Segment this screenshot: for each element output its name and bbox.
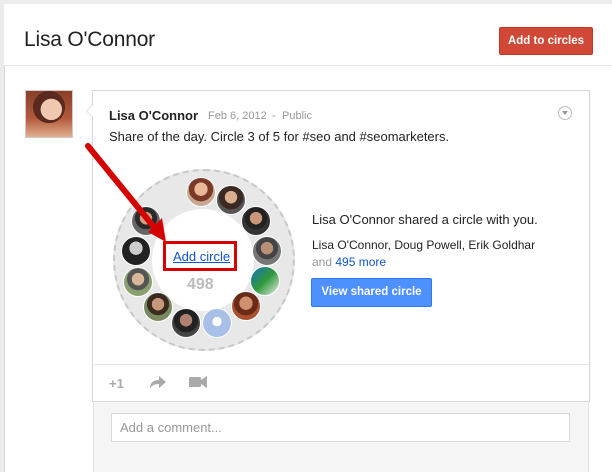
profile-header: Lisa O'Connor Add to circles — [4, 4, 612, 66]
more-prefix: and — [312, 255, 333, 269]
post-author[interactable]: Lisa O'Connor — [109, 108, 198, 123]
member-avatar — [202, 308, 232, 338]
member-avatar — [143, 292, 173, 322]
member-avatar — [121, 236, 151, 266]
share-more: and 495 more — [312, 255, 386, 269]
member-avatar — [123, 267, 153, 297]
post-meta-separator: - — [272, 110, 276, 122]
person-name[interactable]: Lisa O'Connor — [312, 238, 388, 252]
author-avatar[interactable] — [25, 90, 73, 138]
person-name[interactable]: Doug Powell — [394, 238, 461, 252]
post-action-bar — [93, 364, 589, 401]
profile-name: Lisa O'Connor — [24, 28, 155, 51]
post-notch-inner — [87, 105, 93, 117]
add-to-circles-button[interactable]: Add to circles — [499, 27, 593, 55]
member-avatar — [252, 236, 282, 266]
person-name[interactable]: Erik Goldhar — [468, 238, 535, 252]
video-camera-icon[interactable] — [189, 376, 207, 388]
shared-people: Lisa O'Connor, Doug Powell, Erik Goldhar — [312, 238, 535, 252]
member-avatar — [186, 177, 216, 207]
member-avatar — [131, 206, 161, 236]
view-shared-circle-button[interactable]: View shared circle — [311, 278, 432, 307]
member-avatar — [171, 308, 201, 338]
post-menu-dropdown-icon[interactable] — [558, 106, 572, 120]
circle-member-count: 498 — [187, 276, 214, 293]
post-text: Share of the day. Circle 3 of 5 for #seo… — [109, 129, 450, 144]
member-avatar — [250, 266, 280, 296]
more-people-link[interactable]: 495 more — [335, 255, 386, 269]
share-icon[interactable] — [149, 374, 167, 390]
post-date[interactable]: Feb 6, 2012 — [208, 110, 267, 122]
plus-one-button[interactable]: +1 — [109, 376, 124, 391]
share-title: Lisa O'Connor shared a circle with you. — [312, 212, 538, 227]
member-avatar — [241, 206, 271, 236]
post-visibility[interactable]: Public — [282, 110, 312, 122]
member-avatar — [231, 291, 261, 321]
comment-input[interactable] — [111, 413, 570, 442]
member-avatar — [216, 185, 246, 215]
annotation-highlight-box — [163, 241, 237, 271]
